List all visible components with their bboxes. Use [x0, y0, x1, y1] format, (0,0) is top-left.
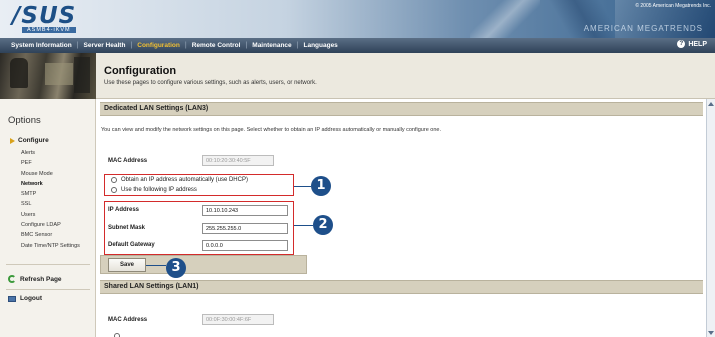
save-button[interactable]: Save — [108, 258, 146, 272]
copyright-text: © 2005 American Megatrends Inc. — [635, 3, 711, 9]
question-mark-icon: ? — [677, 40, 686, 48]
radio-button[interactable] — [114, 333, 120, 337]
photo-shape — [45, 63, 73, 85]
sidebar-divider — [6, 289, 90, 290]
ip-address-input[interactable] — [202, 205, 288, 216]
refresh-page-button[interactable]: Refresh Page — [8, 275, 62, 283]
sidebar-group-label: Configure — [18, 137, 49, 144]
lan1-mac-field — [202, 314, 274, 325]
radio-button[interactable] — [111, 187, 117, 193]
product-model-label: ASMB4-iKVM — [22, 27, 76, 33]
ip-address-label: IP Address — [108, 207, 140, 213]
sidebar-divider — [6, 264, 90, 265]
asus-logo: /SUS — [12, 3, 77, 29]
sidebar-item-bmc-sensor[interactable]: BMC Sensor — [21, 230, 80, 240]
callout-1-connector — [294, 186, 311, 187]
header-photo — [0, 53, 96, 99]
photo-shape — [74, 57, 90, 93]
menu-remote-control[interactable]: Remote Control — [187, 42, 246, 49]
banner-decoration — [470, 0, 540, 38]
refresh-label: Refresh Page — [20, 275, 62, 283]
lan3-mac-field — [202, 155, 274, 166]
scroll-up-button[interactable] — [707, 99, 715, 108]
main-menu-bar: System Information | Server Health | Con… — [0, 38, 715, 53]
callout-2: 2 — [313, 215, 333, 235]
lan3-intro-text: You can view and modify the network sett… — [101, 127, 441, 133]
sidebar-group-configure[interactable]: Configure — [10, 137, 49, 144]
radio-use-following[interactable]: Use the following IP address — [111, 187, 197, 193]
lan1-mac-label: MAC Address — [108, 317, 148, 323]
lan3-mac-label: MAC Address — [108, 158, 148, 164]
refresh-icon — [8, 275, 16, 283]
sidebar-item-ssl[interactable]: SSL — [21, 199, 80, 209]
top-banner: /SUS ASMB4-iKVM © 2005 American Megatren… — [0, 0, 715, 38]
expand-arrow-icon — [10, 137, 15, 144]
sidebar-item-configure-ldap[interactable]: Configure LDAP — [21, 220, 80, 230]
sidebar-item-date-time-ntp[interactable]: Date Time/NTP Settings — [21, 241, 80, 251]
callout-3-connector — [146, 265, 166, 266]
arrow-up-icon — [708, 101, 714, 106]
sidebar-item-alerts[interactable]: Alerts — [21, 148, 80, 158]
logout-button[interactable]: Logout — [8, 295, 42, 302]
menu-maintenance[interactable]: Maintenance — [247, 42, 296, 49]
menu-languages[interactable]: Languages — [298, 42, 342, 49]
menu-configuration[interactable]: Configuration — [132, 42, 185, 49]
callout-1: 1 — [311, 176, 331, 196]
subnet-mask-input[interactable] — [202, 223, 288, 234]
help-label: HELP — [688, 40, 707, 48]
radio-obtain-auto[interactable]: Obtain an IP address automatically (use … — [111, 177, 248, 183]
page-title: Configuration — [104, 65, 177, 77]
scroll-down-button[interactable] — [707, 328, 715, 337]
lan1-section-header: Shared LAN Settings (LAN1) — [100, 280, 703, 294]
main-content: Dedicated LAN Settings (LAN3) You can vi… — [96, 99, 706, 337]
options-sidebar: Options Configure Alerts PEF Mouse Mode … — [0, 99, 96, 337]
default-gateway-input[interactable] — [202, 240, 288, 251]
logout-label: Logout — [20, 295, 43, 302]
lan3-section-header: Dedicated LAN Settings (LAN3) — [100, 102, 703, 116]
sidebar-item-smtp[interactable]: SMTP — [21, 189, 80, 199]
page-description: Use these pages to configure various set… — [104, 80, 317, 86]
sidebar-item-pef[interactable]: PEF — [21, 158, 80, 168]
photo-shape — [10, 58, 28, 88]
subnet-mask-label: Subnet Mask — [108, 225, 146, 231]
sidebar-item-network[interactable]: Network — [21, 179, 80, 189]
menu-server-health[interactable]: Server Health — [79, 42, 131, 49]
radio-use-following-label: Use the following IP address — [121, 187, 197, 193]
callout-3: 3 — [166, 258, 186, 278]
sidebar-item-users[interactable]: Users — [21, 210, 80, 220]
radio-button[interactable] — [111, 177, 117, 183]
banner-watermark: AMERICAN MEGATRENDS — [583, 24, 703, 33]
logout-icon — [8, 295, 16, 302]
sidebar-item-mouse-mode[interactable]: Mouse Mode — [21, 169, 80, 179]
help-link[interactable]: ? HELP — [677, 40, 707, 48]
menu-system-information[interactable]: System Information — [6, 42, 77, 49]
sidebar-title: Options — [8, 115, 41, 126]
default-gateway-label: Default Gateway — [108, 242, 155, 248]
arrow-down-icon — [708, 330, 714, 335]
sidebar-nav-list: Alerts PEF Mouse Mode Network SMTP SSL U… — [21, 148, 80, 251]
callout-2-connector — [294, 225, 313, 226]
vertical-scrollbar[interactable] — [706, 99, 715, 337]
radio-obtain-auto-label: Obtain an IP address automatically (use … — [121, 177, 248, 183]
